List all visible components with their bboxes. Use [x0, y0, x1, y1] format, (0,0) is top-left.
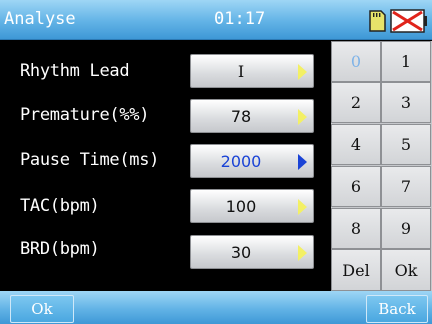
arrow-right-icon: [298, 199, 307, 215]
key-delete[interactable]: Del: [331, 249, 381, 291]
tac-label: TAC(bpm): [20, 196, 100, 216]
brd-value: 30: [230, 243, 252, 262]
key-2[interactable]: 2: [331, 82, 381, 123]
premature-button[interactable]: 78: [190, 99, 314, 133]
clock: 01:17: [214, 9, 266, 29]
title-bar: Analyse 01:17: [0, 0, 432, 40]
bottom-bar: Ok Back: [0, 291, 432, 324]
brd-button[interactable]: 30: [190, 235, 314, 269]
rhythm-lead-value: I: [237, 62, 245, 81]
premature-label: Premature(%%): [20, 105, 150, 125]
key-8[interactable]: 8: [331, 208, 381, 249]
key-1[interactable]: 1: [381, 41, 431, 82]
arrow-right-icon: [298, 154, 307, 170]
pause-time-button[interactable]: 2000: [190, 144, 314, 178]
arrow-right-icon: [298, 109, 307, 125]
ok-button[interactable]: Ok: [10, 295, 74, 323]
key-4[interactable]: 4: [331, 124, 381, 165]
rhythm-lead-label: Rhythm Lead: [20, 61, 130, 81]
battery-empty-icon: [390, 9, 427, 33]
key-ok[interactable]: Ok: [381, 249, 431, 291]
tac-value: 100: [225, 197, 257, 216]
brd-label: BRD(bpm): [20, 239, 100, 259]
key-7[interactable]: 7: [381, 166, 431, 207]
tac-button[interactable]: 100: [190, 189, 314, 223]
settings-panel: Rhythm Lead I Premature(%%) 78 Pause Tim…: [0, 41, 330, 291]
key-9[interactable]: 9: [381, 208, 431, 249]
arrow-right-icon: [298, 245, 307, 261]
key-0[interactable]: 0: [331, 41, 381, 82]
key-3[interactable]: 3: [381, 82, 431, 123]
rhythm-lead-button[interactable]: I: [190, 54, 314, 88]
arrow-right-icon: [298, 64, 307, 80]
premature-value: 78: [230, 107, 252, 126]
sd-card-icon: [369, 10, 386, 32]
back-button[interactable]: Back: [366, 295, 428, 323]
pause-time-label: Pause Time(ms): [20, 150, 160, 170]
key-5[interactable]: 5: [381, 124, 431, 165]
key-6[interactable]: 6: [331, 166, 381, 207]
pause-time-value: 2000: [220, 152, 262, 171]
page-title: Analyse: [4, 9, 76, 29]
numeric-keypad: 0 1 2 3 4 5 6 7 8 9 Del Ok: [331, 41, 432, 291]
